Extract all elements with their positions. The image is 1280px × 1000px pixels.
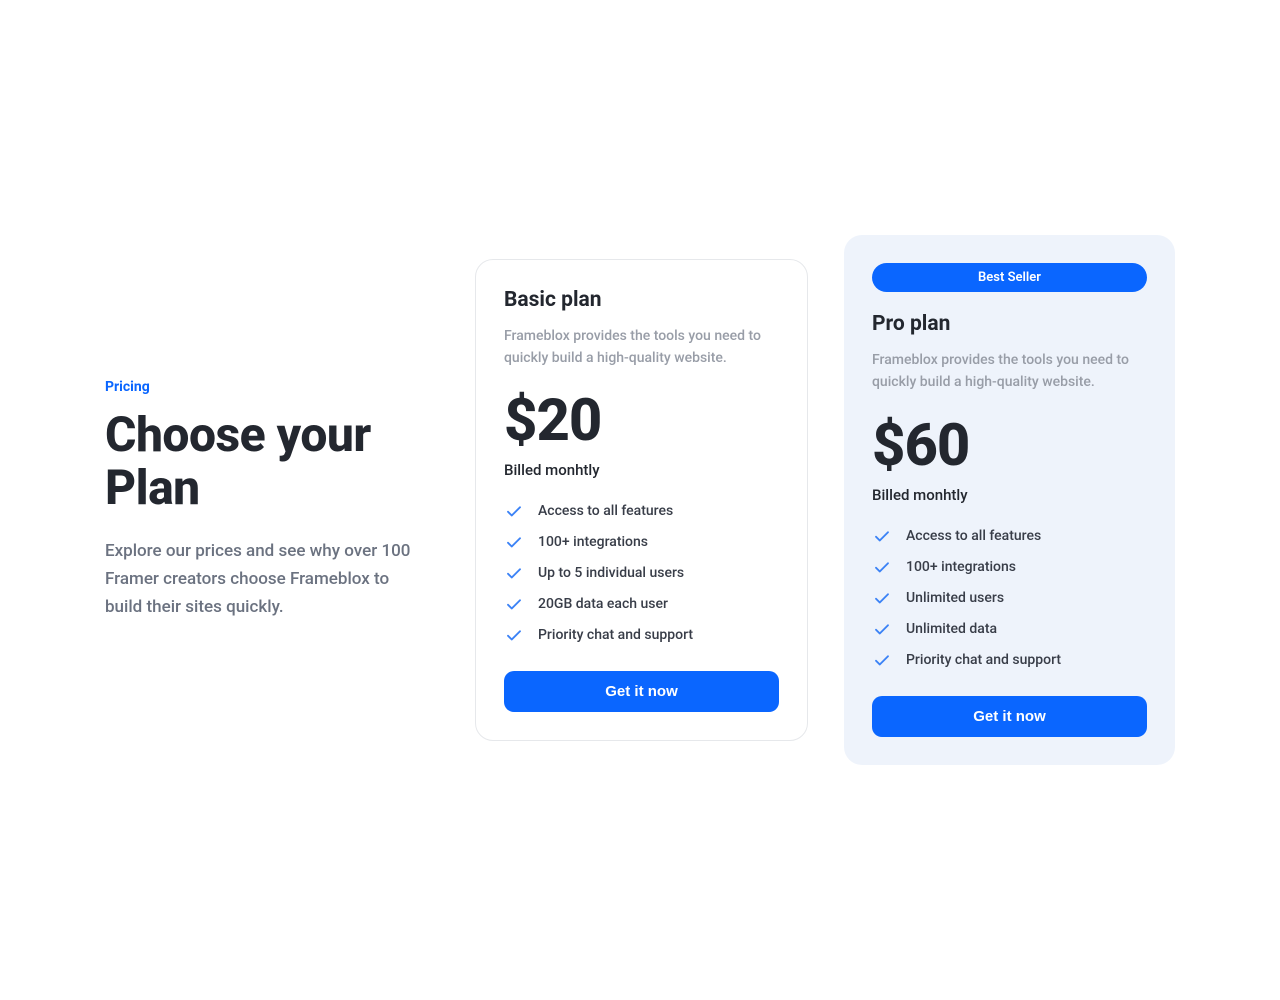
basic-plan-title: Basic plan <box>504 288 779 312</box>
best-seller-badge: Best Seller <box>872 263 1147 292</box>
check-icon <box>872 650 892 670</box>
feature-item: 100+ integrations <box>504 532 779 552</box>
page-heading: Choose your Plan <box>105 409 425 515</box>
basic-plan-features: Access to all features 100+ integrations… <box>504 501 779 645</box>
check-icon <box>504 563 524 583</box>
feature-label: Priority chat and support <box>906 652 1061 668</box>
check-icon <box>504 594 524 614</box>
feature-item: Access to all features <box>872 526 1147 546</box>
pro-cta-button[interactable]: Get it now <box>872 696 1147 737</box>
pro-plan-card: Best Seller Pro plan Frameblox provides … <box>844 235 1175 764</box>
basic-cta-button[interactable]: Get it now <box>504 671 779 712</box>
page-subheading: Explore our prices and see why over 100 … <box>105 537 425 621</box>
intro-column: Pricing Choose your Plan Explore our pri… <box>105 379 425 621</box>
basic-plan-description: Frameblox provides the tools you need to… <box>504 326 779 369</box>
feature-item: Access to all features <box>504 501 779 521</box>
feature-item: 100+ integrations <box>872 557 1147 577</box>
basic-plan-card: Basic plan Frameblox provides the tools … <box>475 259 808 741</box>
check-icon <box>872 557 892 577</box>
feature-label: 100+ integrations <box>906 559 1016 575</box>
feature-item: Unlimited data <box>872 619 1147 639</box>
eyebrow-label: Pricing <box>105 379 425 395</box>
feature-label: Priority chat and support <box>538 627 693 643</box>
feature-label: Unlimited users <box>906 590 1004 606</box>
feature-label: 20GB data each user <box>538 596 668 612</box>
feature-label: 100+ integrations <box>538 534 648 550</box>
feature-item: Up to 5 individual users <box>504 563 779 583</box>
pricing-section: Pricing Choose your Plan Explore our pri… <box>105 235 1175 764</box>
plan-cards: Basic plan Frameblox provides the tools … <box>475 235 1175 764</box>
pro-plan-billing: Billed monhtly <box>872 486 1147 504</box>
feature-item: 20GB data each user <box>504 594 779 614</box>
feature-item: Unlimited users <box>872 588 1147 608</box>
basic-plan-billing: Billed monhtly <box>504 461 779 479</box>
feature-label: Up to 5 individual users <box>538 565 684 581</box>
pro-plan-features: Access to all features 100+ integrations… <box>872 526 1147 670</box>
check-icon <box>872 619 892 639</box>
check-icon <box>872 588 892 608</box>
feature-label: Access to all features <box>906 528 1041 544</box>
pro-plan-description: Frameblox provides the tools you need to… <box>872 350 1147 393</box>
feature-label: Unlimited data <box>906 621 997 637</box>
pro-plan-price: $60 <box>872 412 1147 480</box>
basic-plan-price: $20 <box>504 387 779 455</box>
feature-label: Access to all features <box>538 503 673 519</box>
check-icon <box>872 526 892 546</box>
feature-item: Priority chat and support <box>504 625 779 645</box>
check-icon <box>504 625 524 645</box>
pro-plan-title: Pro plan <box>872 312 1147 336</box>
check-icon <box>504 532 524 552</box>
check-icon <box>504 501 524 521</box>
feature-item: Priority chat and support <box>872 650 1147 670</box>
